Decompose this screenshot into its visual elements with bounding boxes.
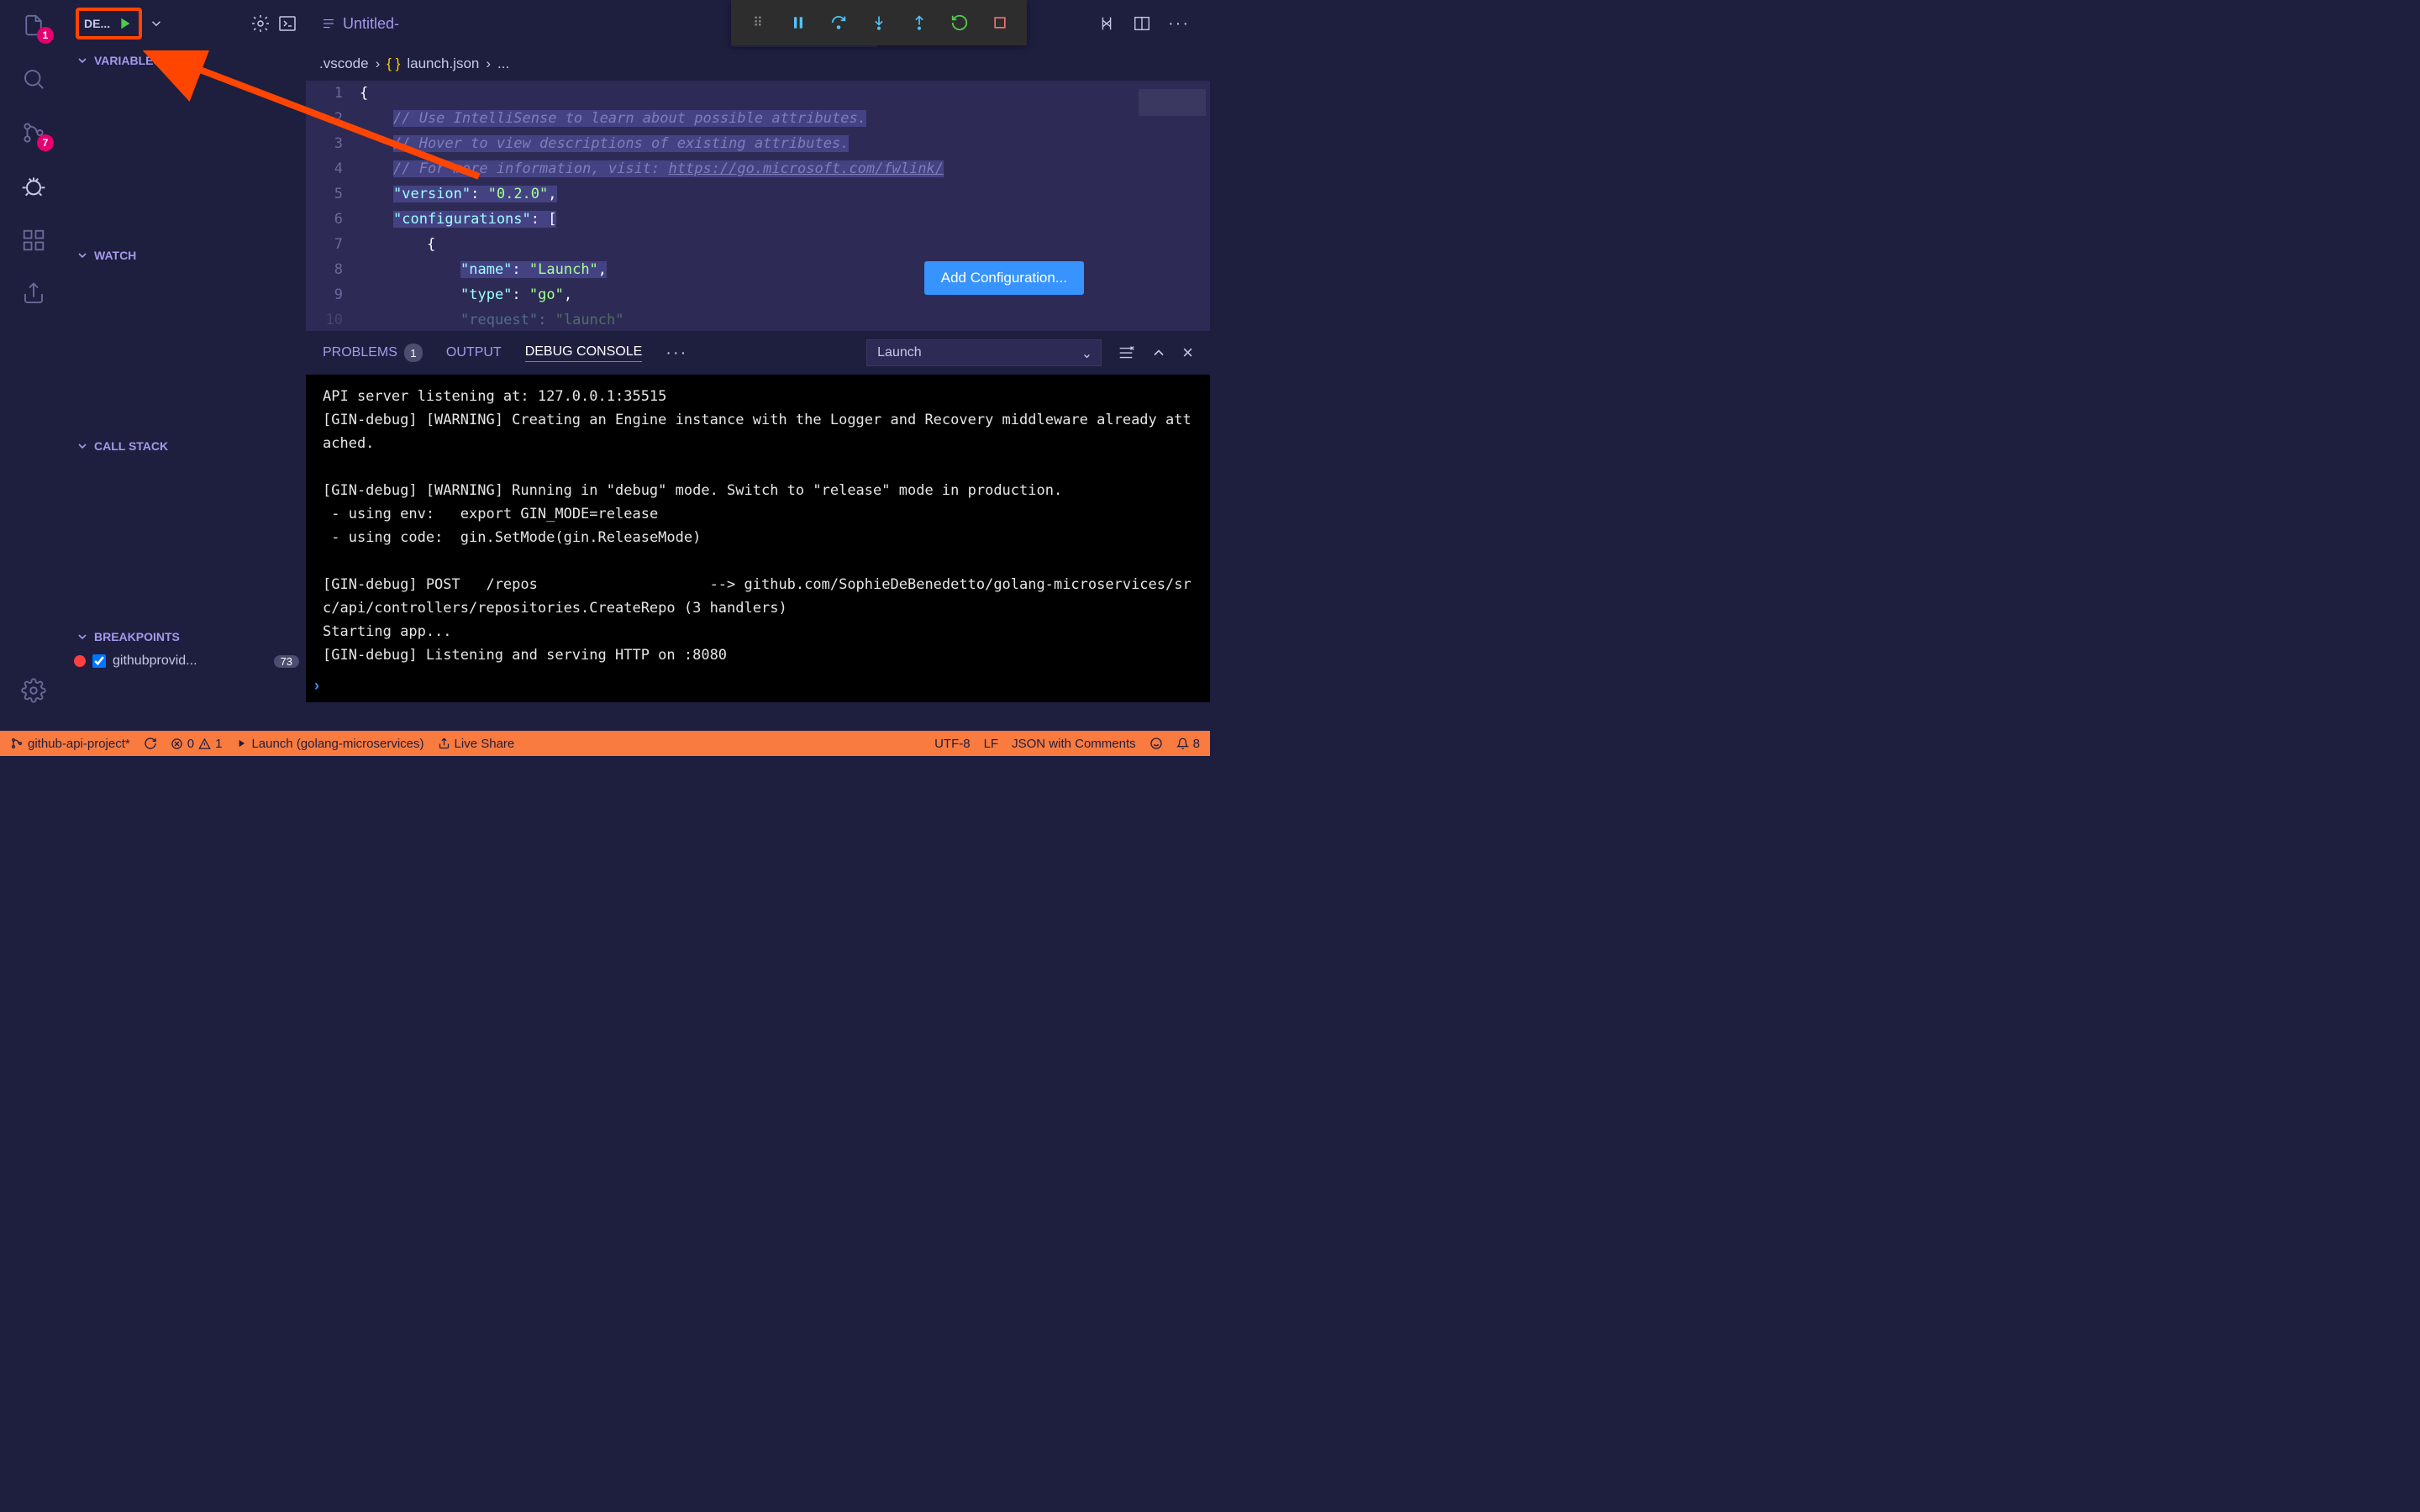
pause-icon[interactable] — [788, 13, 808, 33]
status-bar: github-api-project* 0 1 Launch (golang-m… — [0, 731, 1210, 756]
step-out-icon[interactable] — [909, 13, 929, 33]
extensions-icon[interactable] — [18, 225, 49, 255]
add-configuration-button[interactable]: Add Configuration... — [924, 261, 1084, 295]
compare-icon[interactable] — [1097, 14, 1116, 33]
search-icon[interactable] — [18, 64, 49, 94]
status-sync[interactable] — [144, 737, 157, 750]
status-encoding[interactable]: UTF-8 — [934, 737, 971, 751]
status-liveshare[interactable]: Live Share — [438, 737, 515, 751]
callstack-section — [67, 459, 306, 623]
stop-icon[interactable] — [990, 13, 1010, 33]
breakpoint-dot-icon — [74, 655, 86, 667]
debug-config-select[interactable]: Launch ⌄ — [866, 339, 1102, 366]
debug-sidebar-header: DE... — [67, 0, 306, 47]
breakpoint-label: githubprovid... — [113, 654, 197, 669]
code-editor[interactable]: 12345678910 { // Use IntelliSense to lea… — [306, 81, 1210, 331]
more-icon[interactable]: ··· — [666, 344, 687, 363]
tab-output[interactable]: OUTPUT — [446, 345, 502, 360]
editor-tabs: Untitled- { } launch.json × ··· ⠿ — [306, 0, 1210, 47]
status-language[interactable]: JSON with Comments — [1012, 737, 1136, 751]
status-diagnostics[interactable]: 0 1 — [171, 737, 223, 751]
debug-sidebar: DE... Variables Watch — [67, 0, 306, 731]
config-name[interactable]: DE... — [84, 17, 110, 30]
file-icon — [321, 16, 336, 31]
explorer-badge: 1 — [37, 27, 54, 44]
close-panel-icon[interactable]: × — [1182, 342, 1193, 364]
more-icon[interactable]: ··· — [1168, 14, 1190, 34]
breakpoint-line: 73 — [274, 655, 299, 668]
source-control-icon[interactable]: 7 — [18, 118, 49, 148]
status-bell[interactable]: 8 — [1176, 737, 1200, 751]
json-icon: { } — [387, 55, 400, 72]
bottom-panel: PROBLEMS 1 OUTPUT DEBUG CONSOLE ··· Laun… — [306, 331, 1210, 702]
play-icon[interactable] — [115, 14, 134, 33]
step-into-icon[interactable] — [869, 13, 889, 33]
collapse-icon[interactable] — [1150, 344, 1167, 361]
status-eol[interactable]: LF — [984, 737, 999, 751]
panel-tabs: PROBLEMS 1 OUTPUT DEBUG CONSOLE ··· Laun… — [306, 331, 1210, 375]
explorer-icon[interactable]: 1 — [18, 10, 49, 40]
tab-problems[interactable]: PROBLEMS 1 — [323, 344, 423, 362]
debug-console-output[interactable]: API server listening at: 127.0.0.1:35515… — [306, 375, 1210, 669]
debug-toolbar: ⠿ — [731, 0, 1027, 45]
breakpoints-header[interactable]: Breakpoints — [67, 623, 306, 650]
drag-handle-icon[interactable]: ⠿ — [748, 13, 768, 33]
settings-icon[interactable] — [250, 13, 271, 34]
config-chevron-icon[interactable] — [149, 16, 164, 31]
restart-icon[interactable] — [950, 13, 970, 33]
minimap[interactable] — [1134, 81, 1210, 331]
liveshare-icon[interactable] — [18, 279, 49, 309]
gear-icon[interactable] — [18, 675, 49, 706]
status-feedback[interactable] — [1150, 737, 1163, 750]
variables-section — [67, 74, 306, 242]
problems-count: 1 — [404, 344, 423, 362]
chevron-down-icon: ⌄ — [1081, 345, 1092, 362]
debug-icon[interactable] — [18, 171, 49, 202]
breakpoint-checkbox[interactable] — [92, 654, 106, 668]
scm-badge: 7 — [37, 134, 54, 151]
tab-untitled[interactable]: Untitled- — [306, 0, 414, 47]
breadcrumb[interactable]: .vscode › { } launch.json › ... — [306, 47, 1210, 81]
console-input[interactable]: › — [306, 669, 1210, 702]
status-branch[interactable]: github-api-project* — [10, 737, 130, 751]
callstack-header[interactable]: Call Stack — [67, 433, 306, 459]
activity-bar: 1 7 — [0, 0, 67, 731]
watch-section — [67, 269, 306, 433]
line-gutter: 12345678910 — [306, 81, 360, 331]
debug-console-icon[interactable] — [277, 13, 297, 34]
step-over-icon[interactable] — [829, 13, 849, 33]
watch-header[interactable]: Watch — [67, 242, 306, 269]
split-editor-icon[interactable] — [1133, 14, 1151, 33]
start-debug-highlight: DE... — [76, 8, 142, 39]
variables-header[interactable]: Variables — [67, 47, 306, 74]
editor-area: Untitled- { } launch.json × ··· ⠿ — [306, 0, 1210, 731]
clear-console-icon[interactable] — [1117, 344, 1135, 362]
status-launch[interactable]: Launch (golang-microservices) — [235, 737, 424, 751]
tab-debug-console[interactable]: DEBUG CONSOLE — [525, 344, 643, 362]
breakpoint-item[interactable]: githubprovid... 73 — [67, 650, 306, 672]
